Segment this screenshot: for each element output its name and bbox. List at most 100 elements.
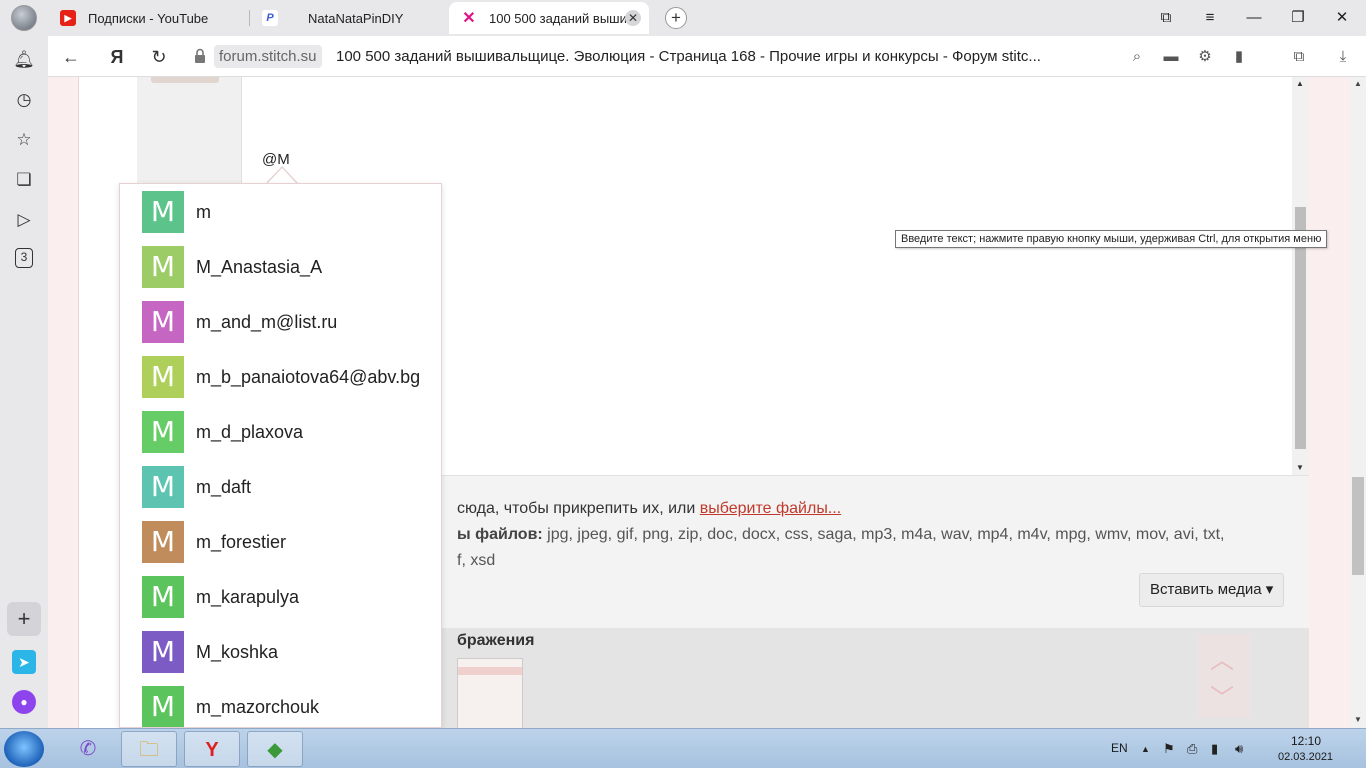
close-tab-icon[interactable]: ✕ <box>625 10 641 26</box>
tab-label: Подписки - YouTube <box>88 10 209 26</box>
collections-toolbar-icon[interactable]: ⧉ <box>1288 46 1310 68</box>
url-domain[interactable]: forum.stitch.su <box>214 45 322 68</box>
mention-avatar: M <box>142 631 184 673</box>
mention-item[interactable]: Mm_daft <box>142 466 251 508</box>
scroll-top-chevron-icon[interactable]: ︿ <box>1210 640 1234 675</box>
mention-item[interactable]: Mm_and_m@list.ru <box>142 301 337 343</box>
volume-icon[interactable]: 🔊︎ <box>1235 741 1243 757</box>
tab-youtube[interactable]: ▶ Подписки - YouTube <box>48 2 248 34</box>
youtube-icon: ▶ <box>60 10 76 26</box>
tab-label: 100 500 заданий выши <box>489 10 627 26</box>
user-avatar <box>151 77 219 83</box>
mention-item[interactable]: Mm <box>142 191 211 233</box>
menu-icon[interactable]: ≡ <box>1198 6 1222 30</box>
zoom-icon[interactable]: ⌕ <box>1126 46 1148 68</box>
collections-icon[interactable]: ❏ <box>12 168 36 192</box>
action-center-flag-icon[interactable]: ⚑ <box>1163 741 1175 757</box>
page-scroll-thumb[interactable] <box>1352 477 1364 575</box>
images-title: бражения <box>457 632 535 649</box>
alice-icon[interactable]: ● <box>12 690 36 714</box>
bookmark-icon[interactable]: ▮ <box>1228 46 1250 68</box>
minimize-icon[interactable]: — <box>1242 6 1266 30</box>
choose-files-link[interactable]: выберите файлы... <box>700 500 841 517</box>
url-page-title[interactable]: 100 500 заданий вышивальщице. Эволюция -… <box>336 48 1088 65</box>
mention-name: m <box>196 201 211 222</box>
clock-date[interactable]: 02.03.2021 <box>1278 751 1333 763</box>
comment-icon[interactable]: ▬ <box>1160 46 1182 68</box>
tab-stitch-forum[interactable]: ✕ 100 500 заданий выши ✕ <box>449 2 649 34</box>
bluestacks-icon[interactable]: ◆ <box>247 731 303 767</box>
mention-avatar: M <box>142 466 184 508</box>
attach-instructions-text: сюда, чтобы прикрепить их, или <box>457 500 700 517</box>
language-indicator[interactable]: EN <box>1111 741 1128 755</box>
windows-taskbar: ✆ 🗀︎ Y ◆ EN ▲ ⚑ ⎙ ▮ 🔊︎ 12:10 02.03.2021 <box>0 728 1366 768</box>
viber-icon[interactable]: ✆ <box>60 731 116 767</box>
allowed-types-list: jpg, jpeg, gif, png, zip, doc, docx, css… <box>542 526 1225 543</box>
editor-scrollbar[interactable]: ▲ ▼ <box>1292 77 1308 475</box>
editor-tooltip: Введите текст; нажмите правую кнопку мыш… <box>895 230 1328 248</box>
browser-sidebar: 🔔︎ ◷ ☆ ❏ ▷ 3 + ➤ ● <box>0 36 48 728</box>
yandex-logo-icon[interactable]: Я <box>104 44 130 70</box>
attached-image-thumbnail[interactable] <box>457 658 523 728</box>
download-icon[interactable]: ⤓ <box>1332 46 1354 68</box>
profile-button[interactable] <box>0 0 48 36</box>
page-scrollbar[interactable]: ▲ ▼ <box>1350 77 1366 728</box>
bell-icon[interactable]: 🔔︎ <box>12 48 36 72</box>
mention-item[interactable]: Mm_karapulya <box>142 576 299 618</box>
mention-avatar: M <box>142 521 184 563</box>
file-explorer-icon[interactable]: 🗀︎ <box>121 731 177 767</box>
dropdown-caret-inner <box>267 168 297 184</box>
mention-avatar: M <box>142 356 184 398</box>
address-bar: ← Я ↻ forum.stitch.su 100 500 заданий вы… <box>48 36 1366 77</box>
mention-item[interactable]: Mm_forestier <box>142 521 286 563</box>
messenger-icon[interactable]: ➤ <box>12 650 36 674</box>
insert-media-button[interactable]: Вставить медиа ▾ <box>1139 573 1285 607</box>
add-panel-icon[interactable]: + <box>7 602 41 636</box>
allowed-file-types-cont: f, xsd <box>457 552 496 569</box>
allowed-file-types: ы файлов: jpg, jpeg, gif, png, zip, doc,… <box>457 526 1224 544</box>
tab-bar: ▶ Подписки - YouTube P NataNataPinDIY ✕ … <box>0 0 1366 36</box>
tray-expand-icon[interactable]: ▲ <box>1141 744 1150 754</box>
mention-name: m_daft <box>196 476 252 497</box>
mention-item[interactable]: M M_Anastasia_A <box>142 246 322 288</box>
reload-icon[interactable]: ↻ <box>146 44 172 70</box>
mention-name: m_mazorchouk <box>196 696 320 717</box>
tab-label: NataNataPinDIY <box>308 10 404 26</box>
clock-time[interactable]: 12:10 <box>1291 734 1321 748</box>
restore-icon[interactable]: ❐ <box>1286 6 1310 30</box>
page-scroll-down-icon[interactable]: ▼ <box>1354 715 1362 724</box>
close-window-icon[interactable]: ✕ <box>1330 6 1354 30</box>
mention-name: m_karapulya <box>196 586 300 607</box>
stitch-icon: ✕ <box>462 10 476 27</box>
mention-item[interactable]: Mm_mazorchouk <box>142 686 320 727</box>
allowed-types-label: ы файлов: <box>457 526 543 543</box>
history-icon[interactable]: ◷ <box>12 88 36 112</box>
mention-item[interactable]: Mm_b_panaiotova64@abv.bg <box>142 356 420 398</box>
mention-name: m_and_m@list.ru <box>196 311 338 332</box>
mention-suggestions: Mm M M_Anastasia_A Mm_and_m@list.ru Mm_b_… <box>119 183 442 728</box>
new-tab-button[interactable]: + <box>665 7 687 29</box>
start-button[interactable] <box>4 731 44 767</box>
mention-item[interactable]: M M_koshka <box>142 631 278 673</box>
counter-icon[interactable]: 3 <box>15 248 33 268</box>
scroll-down-icon[interactable]: ▼ <box>1296 463 1304 472</box>
play-icon[interactable]: ▷ <box>12 208 36 232</box>
extension-icon[interactable]: ⚙ <box>1194 46 1216 68</box>
device-icon[interactable]: ⎙ <box>1187 741 1197 757</box>
tab-manager-icon[interactable]: ⧉ <box>1154 6 1178 30</box>
scroll-bottom-chevron-icon[interactable]: ﹀ <box>1210 678 1234 713</box>
mention-name: m_forestier <box>196 531 287 552</box>
yandex-browser-icon[interactable]: Y <box>184 731 240 767</box>
tab-pinterest[interactable]: P NataNataPinDIY <box>250 2 446 34</box>
mention-item[interactable]: Mm_d_plaxova <box>142 411 303 453</box>
lock-icon <box>195 48 205 63</box>
mention-avatar: M <box>142 686 184 727</box>
network-signal-icon[interactable]: ▮ <box>1211 741 1218 757</box>
mention-avatar: M <box>142 411 184 453</box>
profile-avatar <box>11 5 37 31</box>
mention-avatar: M <box>142 301 184 343</box>
scroll-up-icon[interactable]: ▲ <box>1296 79 1304 88</box>
bookmark-star-icon[interactable]: ☆ <box>12 128 36 152</box>
page-scroll-up-icon[interactable]: ▲ <box>1354 79 1362 88</box>
back-arrow-icon[interactable]: ← <box>58 44 84 70</box>
